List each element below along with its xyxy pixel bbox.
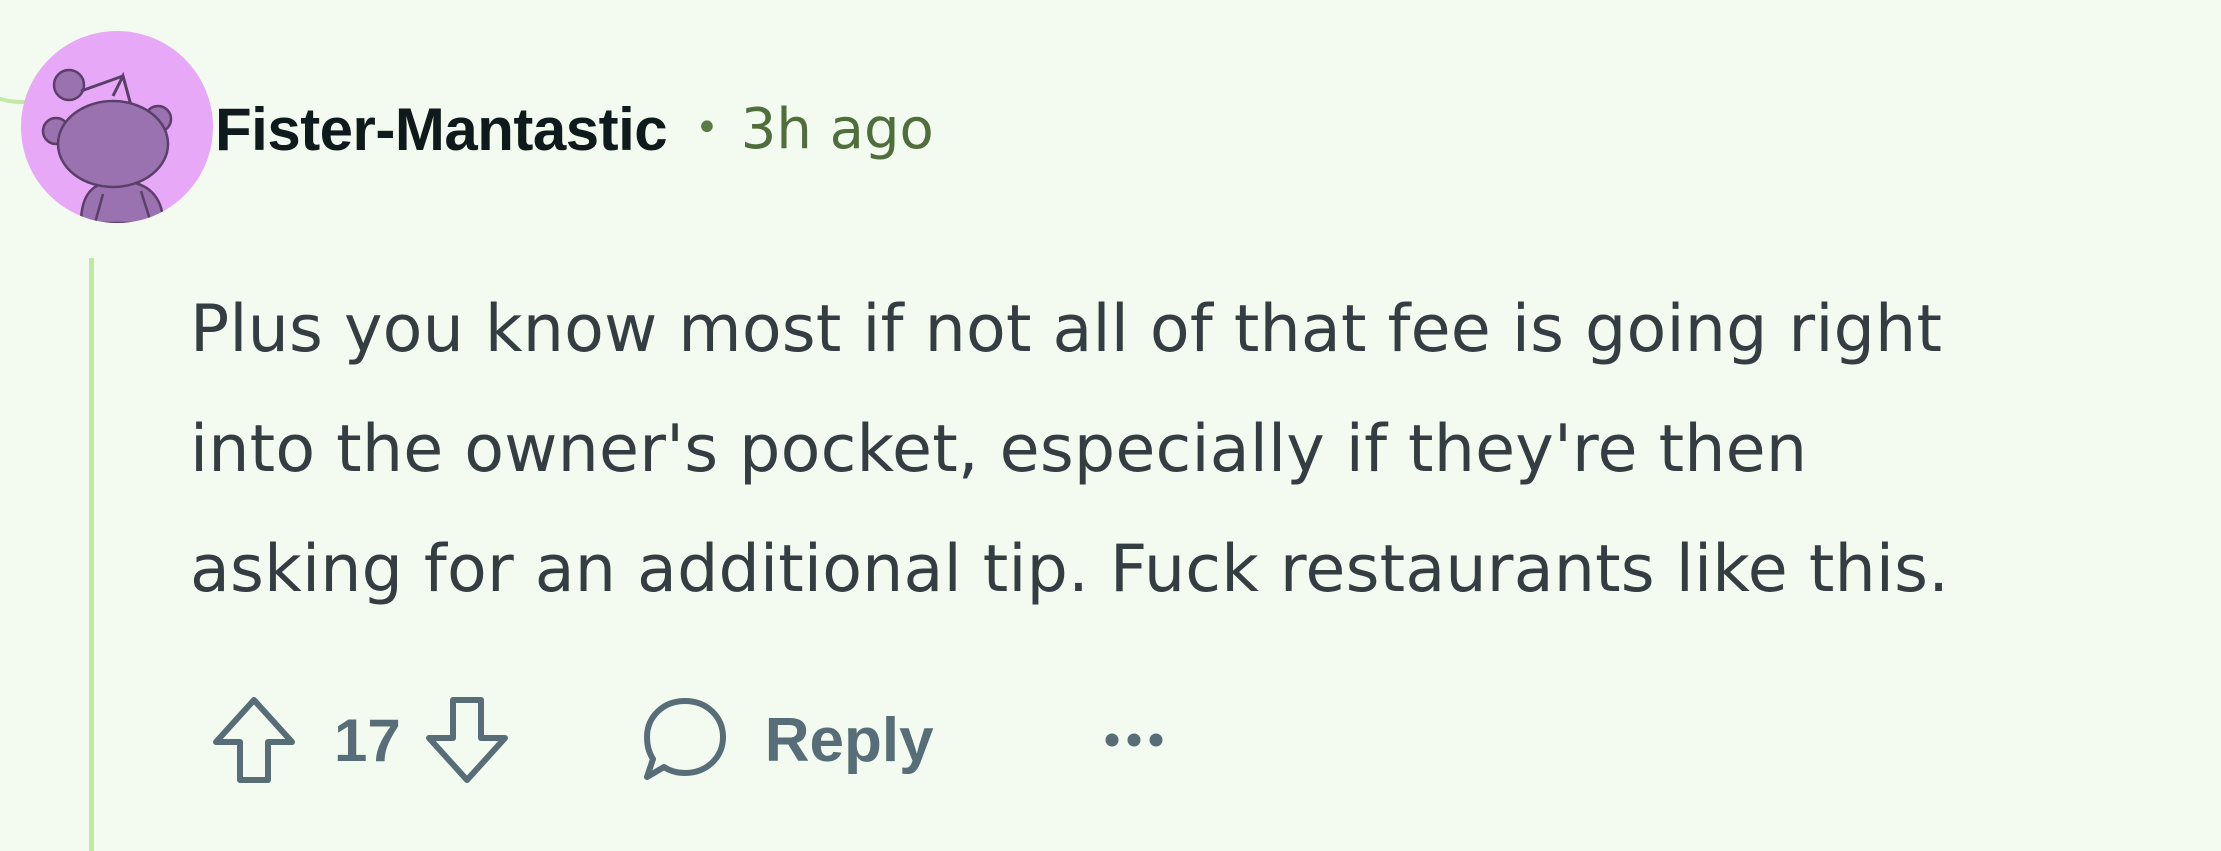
more-options-button[interactable] — [1102, 730, 1166, 750]
thread-collapse-line[interactable] — [89, 258, 94, 851]
snoo-avatar-icon — [41, 68, 173, 223]
timestamp[interactable]: 3h ago — [741, 97, 934, 162]
vote-count: 17 — [334, 706, 401, 774]
comment-body: Plus you know most if not all of that fe… — [190, 270, 2190, 630]
comment-body-line: asking for an additional tip. Fuck resta… — [190, 532, 1950, 607]
comment-body-line: into the owner's pocket, especially if t… — [190, 412, 1808, 487]
reply-button[interactable]: Reply — [639, 695, 934, 785]
meta-separator: • — [695, 104, 719, 151]
username[interactable]: Fister-Mantastic — [215, 95, 668, 164]
avatar[interactable] — [21, 31, 213, 223]
downvote-button[interactable] — [423, 694, 511, 786]
downvote-arrow-icon — [425, 697, 508, 783]
comment-action-bar: 17 Reply — [210, 685, 1166, 795]
comment-header: Fister-Mantastic • 3h ago — [215, 95, 934, 164]
upvote-arrow-icon — [213, 697, 295, 783]
comment-body-line: Plus you know most if not all of that fe… — [190, 292, 1943, 367]
more-options-icon — [1105, 733, 1163, 747]
upvote-button[interactable] — [210, 694, 298, 786]
reply-label: Reply — [764, 705, 934, 775]
comment-bubble-icon — [643, 698, 726, 780]
